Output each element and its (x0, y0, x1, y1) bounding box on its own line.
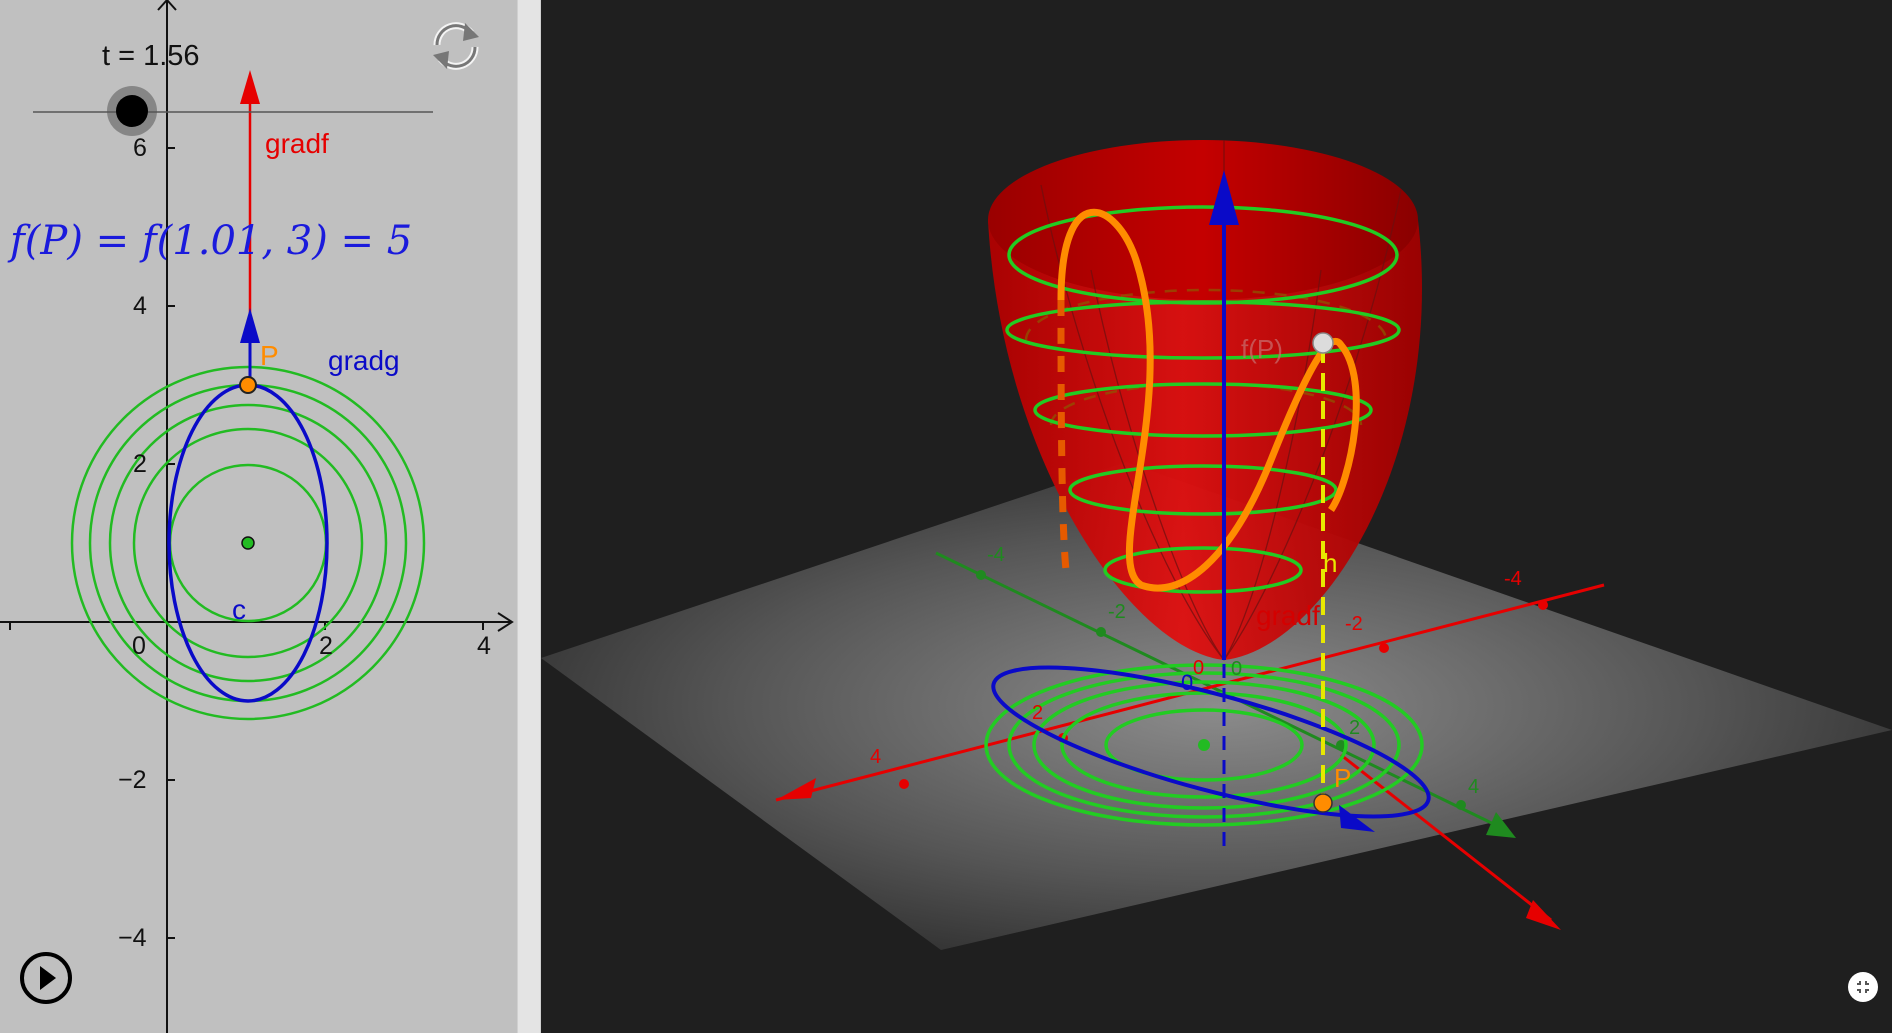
center-point-3d (1198, 739, 1210, 751)
play-icon (20, 952, 72, 1004)
y-axis-tick-label: 2 (1349, 717, 1361, 739)
x-axis-tick-label: 2 (1032, 702, 1044, 724)
y-axis-tick-label: 4 (1468, 776, 1480, 798)
reset-icon (433, 22, 479, 70)
gradg-label: gradg (328, 345, 400, 376)
y-axis-tick-label: -2 (1108, 601, 1126, 623)
curve-c-label: c (232, 594, 246, 625)
paraboloid-rim (988, 140, 1418, 300)
exit-fullscreen-button[interactable] (1848, 972, 1878, 1002)
gradf-3d-arrowhead (1526, 900, 1561, 930)
reset-button[interactable] (425, 15, 487, 77)
x-axis-tick-label: -4 (1504, 568, 1522, 590)
graphics-view-2d[interactable]: t = 1.56 f(P) = f(1.01, 3) = 5 gradf gra… (0, 0, 517, 1033)
slider-knob[interactable] (116, 95, 148, 127)
point-p-3d (1313, 793, 1333, 813)
x-tick-label: 0 (132, 632, 146, 660)
x-tick-label: 4 (477, 632, 491, 660)
y-tick-label: 6 (133, 134, 147, 162)
slider-label: t = 1.56 (102, 40, 200, 72)
graph-3d-canvas (541, 140, 1892, 950)
gradf-label: gradf (265, 128, 329, 159)
gradf-arrowhead (240, 70, 260, 104)
fp-label: f(P) (1241, 334, 1283, 364)
surface-point (1312, 332, 1334, 354)
point-p-label: P (260, 340, 279, 371)
gradg-arrowhead (240, 308, 260, 343)
y-tick-label: −4 (118, 924, 147, 952)
center-point (241, 536, 255, 550)
y-axis-tick-label: -4 (987, 544, 1005, 566)
z-axis-tick-label: 0 (1181, 670, 1194, 695)
x-axis-tick-label: -2 (1345, 613, 1363, 635)
point-p-3d-label: P (1334, 763, 1352, 793)
x-tick-label: 2 (319, 632, 333, 660)
formula-text: f(P) = f(1.01, 3) = 5 (10, 218, 413, 264)
y-tick-label: 2 (133, 450, 147, 478)
gradf-3d-label: gradf (1256, 600, 1320, 631)
exit-fullscreen-icon (1857, 981, 1869, 993)
play-button[interactable] (18, 950, 74, 1006)
y-tick-label: 4 (133, 292, 147, 320)
graph-2d-canvas (0, 0, 514, 1033)
x-axis-tick-label: 4 (870, 746, 882, 768)
graphics-view-3d[interactable]: f(P) h gradf P 4 2 0 -2 -4 -4 -2 0 2 4 0 (541, 0, 1892, 1033)
y-tick-label: −2 (118, 766, 147, 794)
view-splitter[interactable] (517, 0, 541, 1033)
point-p[interactable] (239, 376, 257, 394)
y-axis-tick-label: 0 (1231, 658, 1243, 680)
h-label: h (1323, 548, 1338, 578)
x-axis-tick-label: 0 (1193, 657, 1205, 679)
